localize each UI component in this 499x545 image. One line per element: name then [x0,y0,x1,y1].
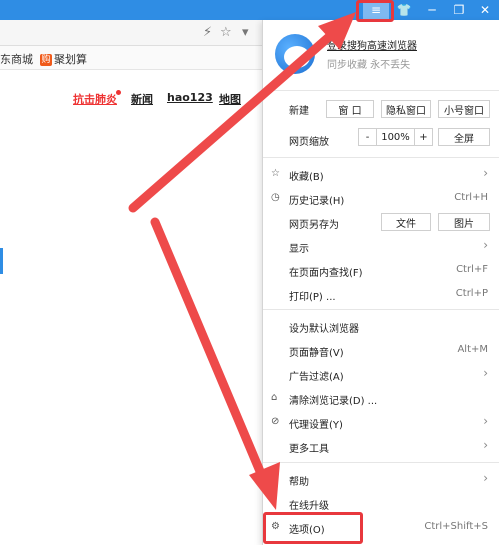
zoom-out-button[interactable]: - [359,129,377,145]
chevron-right-icon: › [483,438,488,452]
profile-section[interactable]: 登录搜狗高速浏览器 同步收藏 永不丢失 [263,20,499,90]
chevron-right-icon: › [483,166,488,180]
favorites-bar: 东商城 购聚划算 [0,46,262,70]
title-bar: ≡ 👕 ─ ❐ ✕ [0,0,499,20]
menu-item-proxy[interactable]: ⊘ 代理设置(Y) › [263,411,499,435]
fullscreen-button[interactable]: 全屏 [438,128,490,146]
new-label: 新建 [289,106,309,117]
options-highlight [263,512,363,544]
fav-item-jd[interactable]: 东商城 [0,51,33,67]
profile-subtitle: 同步收藏 永不丢失 [327,60,411,71]
new-private-window-button[interactable]: 隐私窗口 [381,100,431,118]
chevron-right-icon: › [483,238,488,252]
menu-item-label: 更多工具 [289,444,329,455]
divider [263,309,499,310]
hot-dot [116,90,121,95]
menu-item-find[interactable]: 在页面内查找(F) Ctrl+F [263,259,499,283]
menu-item-label: 显示 [289,244,309,255]
new-window-button[interactable]: 窗 口 [326,100,374,118]
address-bar[interactable]: ⚡ ☆ ▾ [0,20,262,46]
juhuasuan-icon: 购 [40,54,52,66]
new-small-window-button[interactable]: 小号窗口 [438,100,490,118]
menu-item-mute[interactable]: 页面静音(V) Alt+M [263,339,499,363]
link-epidemic[interactable]: 抗击肺炎 [73,91,117,107]
skin-icon[interactable]: 👕 [391,0,417,20]
clock-icon: ◷ [271,192,280,203]
menu-item-print[interactable]: 打印(P) ... Ctrl+P [263,283,499,307]
menu-item-label: 广告过滤(A) [289,372,344,383]
minimize-icon[interactable]: ─ [419,0,445,20]
menu-item-more-tools[interactable]: 更多工具 › [263,435,499,459]
zoom-control: - 100% + [358,128,433,146]
chevron-down-icon[interactable]: ▾ [242,25,249,40]
menu-item-label: 网页另存为 [289,220,339,231]
menu-item-help[interactable]: 帮助 › [263,468,499,492]
bolt-icon[interactable]: ⚡ [203,25,212,40]
menu-item-favorites[interactable]: ☆ 收藏(B) › [263,163,499,187]
menu-item-label: 在页面内查找(F) [289,268,363,279]
zoom-in-button[interactable]: + [414,129,432,145]
menu-item-label: 收藏(B) [289,172,324,183]
chevron-right-icon: › [483,471,488,485]
shortcut-label: Ctrl+H [454,192,488,203]
avatar[interactable] [275,34,315,74]
broom-icon: ⌂ [271,392,278,403]
star-icon: ☆ [271,168,280,179]
shortcut-label: Alt+M [457,344,488,355]
shortcut-label: Ctrl+Shift+S [424,521,488,532]
menu-item-label: 历史记录(H) [289,196,345,207]
menu-item-label: 帮助 [289,477,309,488]
fav-item-label: 聚划算 [54,53,87,66]
menu-button-highlight [356,0,394,22]
divider [263,90,499,91]
menu-item-label: 代理设置(Y) [289,420,343,431]
close-icon[interactable]: ✕ [472,0,498,20]
link-map[interactable]: 地图 [219,91,241,107]
star-icon[interactable]: ☆ [220,25,232,40]
menu-item-history[interactable]: ◷ 历史记录(H) Ctrl+H [263,187,499,211]
shortcut-label: Ctrl+P [455,288,488,299]
fav-item-juhuasuan[interactable]: 购聚划算 [40,51,87,67]
menu-item-label: 页面静音(V) [289,348,344,359]
save-file-button[interactable]: 文件 [381,213,431,231]
zoom-value: 100% [381,131,410,143]
left-accent-bar [0,248,3,274]
menu-item-label: 打印(P) ... [289,292,336,303]
save-image-button[interactable]: 图片 [438,213,490,231]
divider [263,462,499,463]
shortcut-label: Ctrl+F [456,264,488,275]
chevron-right-icon: › [483,414,488,428]
link-news[interactable]: 新闻 [131,91,153,107]
link-icon: ⊘ [271,416,280,427]
login-link[interactable]: 登录搜狗高速浏览器 [327,37,417,52]
menu-item-label: 清除浏览记录(D) ... [289,396,378,407]
maximize-icon[interactable]: ❐ [446,0,472,20]
main-menu: 登录搜狗高速浏览器 同步收藏 永不丢失 新建 窗 口 隐私窗口 小号窗口 网页缩… [262,20,499,545]
menu-item-adblock[interactable]: 广告过滤(A) › [263,363,499,387]
menu-item-label: 在线升级 [289,501,329,512]
link-hao123[interactable]: hao123 [167,91,213,104]
menu-item-display[interactable]: 显示 › [263,235,499,259]
divider [263,157,499,158]
menu-item-default-browser[interactable]: 设为默认浏览器 [263,315,499,339]
zoom-label: 网页缩放 [289,137,329,148]
menu-item-label: 设为默认浏览器 [289,324,359,335]
menu-item-clear-history[interactable]: ⌂ 清除浏览记录(D) ... [263,387,499,411]
chevron-right-icon: › [483,366,488,380]
